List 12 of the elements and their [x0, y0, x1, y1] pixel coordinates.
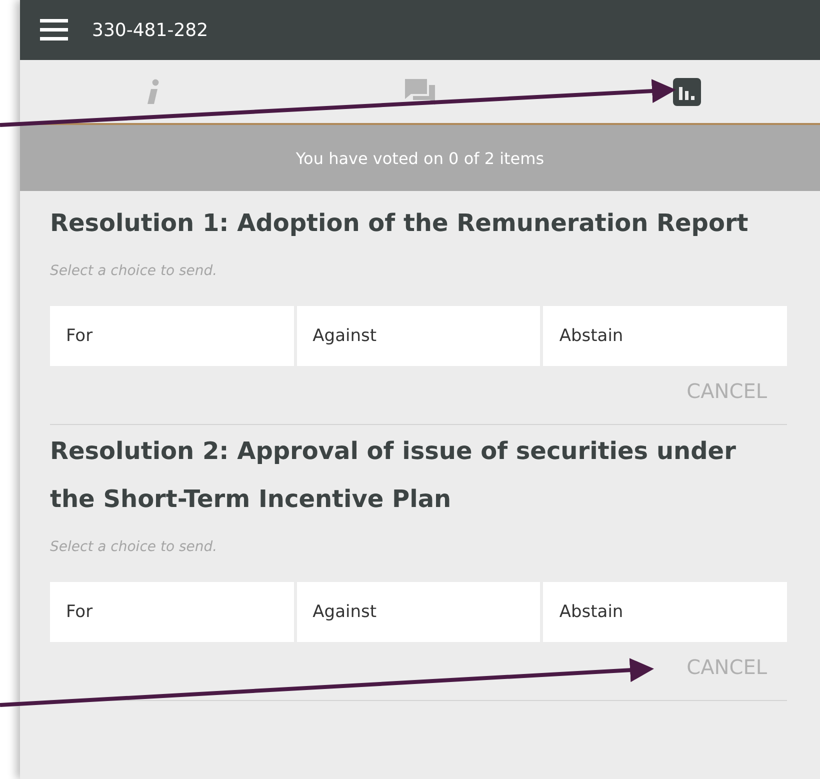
- choice-option[interactable]: For: [50, 306, 294, 366]
- choice-option[interactable]: Against: [296, 582, 540, 642]
- choice-option[interactable]: Abstain: [543, 582, 788, 642]
- hint-text: Select a choice to send.: [50, 262, 218, 281]
- choice-option[interactable]: Against: [296, 306, 540, 366]
- meeting-id: 330-481-282: [92, 20, 208, 40]
- choice-option[interactable]: For: [50, 582, 294, 642]
- resolution-title: Resolution 2: Approval of issue of securities under the Short-Term Incentive Plan: [50, 436, 737, 515]
- hint-text: Select a choice to send.: [50, 538, 218, 557]
- choice-option[interactable]: Abstain: [543, 306, 788, 366]
- resolution-title: Resolution 1: Adoption of the Remuneration Report: [50, 208, 750, 239]
- vote-progress-text: You have voted on 0 of 2 items: [296, 148, 544, 168]
